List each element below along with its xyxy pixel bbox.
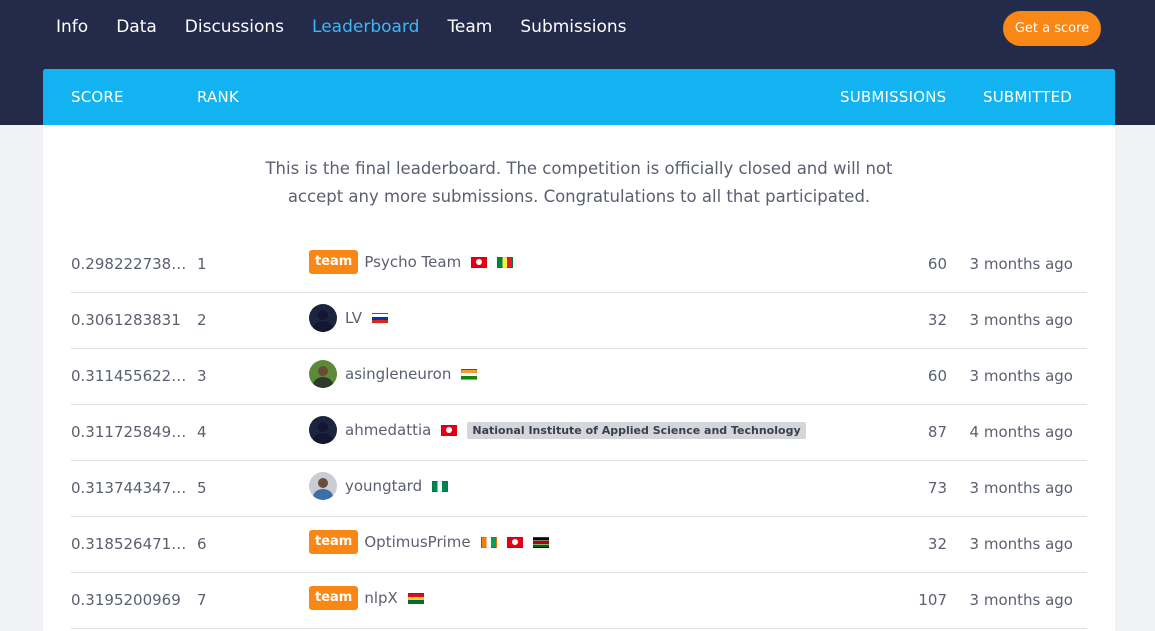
nav-team[interactable]: Team [447, 14, 492, 40]
leaderboard-header: SCORE RANK SUBMISSIONS SUBMITTED [43, 69, 1115, 125]
nigeria-flag-icon [432, 480, 449, 492]
row-submitted: 3 months ago [969, 255, 1073, 273]
row-score: 0.311725849… [71, 423, 187, 441]
row-submissions: 60 [927, 367, 947, 385]
row-score: 0.298222738… [71, 255, 187, 273]
nav-submissions[interactable]: Submissions [520, 14, 626, 40]
participant-name[interactable]: OptimusPrime [364, 533, 470, 551]
row-submitted: 4 months ago [969, 423, 1073, 441]
nav-info[interactable]: Info [56, 14, 88, 40]
participant-name[interactable]: asingleneuron [345, 365, 451, 383]
row-submitted: 3 months ago [969, 479, 1073, 497]
table-row: 0.298222738… 1 team Psycho Team 60 3 mon… [71, 237, 1087, 293]
india-flag-icon [461, 368, 478, 380]
table-row: 0.3061283831 2 LV 32 3 months ago [71, 293, 1087, 349]
row-rank: 5 [197, 479, 207, 497]
header-rank[interactable]: RANK [197, 88, 239, 106]
row-participant: team OptimusPrime [309, 529, 549, 555]
participant-name[interactable]: LV [345, 309, 362, 327]
nav-leaderboard[interactable]: Leaderboard [312, 14, 419, 40]
notice-line-2: accept any more submissions. Congratulat… [287, 187, 871, 206]
row-participant: youngtard [309, 472, 449, 500]
avatar[interactable] [309, 360, 337, 388]
row-rank: 7 [197, 591, 207, 609]
row-score: 0.318526471… [71, 535, 187, 553]
russia-flag-icon [371, 312, 388, 324]
row-score: 0.3195200969 [71, 591, 181, 609]
team-badge: team [309, 530, 359, 554]
row-submissions: 32 [927, 311, 947, 329]
team-badge: team [309, 250, 359, 274]
row-score: 0.313744347… [71, 479, 187, 497]
row-submitted: 3 months ago [969, 367, 1073, 385]
participant-name[interactable]: Psycho Team [364, 253, 461, 271]
participant-name[interactable]: ahmedattia [345, 421, 431, 439]
leaderboard-card: SCORE RANK SUBMISSIONS SUBMITTED This is… [43, 69, 1115, 631]
row-participant: LV [309, 304, 388, 332]
header-submissions[interactable]: SUBMISSIONS [840, 88, 946, 106]
institution-badge[interactable]: National Institute of Applied Science an… [467, 421, 806, 439]
table-row: 0.311455622… 3 asingleneuron 60 3 months… [71, 349, 1087, 405]
header-score[interactable]: SCORE [71, 88, 124, 106]
row-participant: team Psycho Team [309, 249, 514, 275]
row-submissions: 73 [927, 479, 947, 497]
row-participant: team nlpX [309, 585, 424, 611]
tunisia-flag-icon [471, 256, 488, 268]
leaderboard-rows: 0.298222738… 1 team Psycho Team 60 3 mon… [71, 237, 1087, 629]
nav-discussions[interactable]: Discussions [185, 14, 284, 40]
row-submitted: 3 months ago [969, 311, 1073, 329]
get-score-button[interactable]: Get a score [1003, 11, 1101, 46]
row-rank: 6 [197, 535, 207, 553]
row-participant: asingleneuron [309, 360, 478, 388]
row-participant: ahmedattia National Institute of Applied… [309, 416, 806, 444]
final-leaderboard-notice: This is the final leaderboard. The compe… [43, 155, 1115, 211]
table-row: 0.311725849… 4 ahmedattia National Insti… [71, 405, 1087, 461]
row-submissions: 32 [927, 535, 947, 553]
kenya-flag-icon [532, 536, 549, 548]
nav-data[interactable]: Data [116, 14, 157, 40]
row-score: 0.3061283831 [71, 311, 181, 329]
row-submitted: 3 months ago [969, 591, 1073, 609]
header-submitted[interactable]: SUBMITTED [983, 88, 1072, 106]
tunisia-flag-icon [441, 424, 458, 436]
team-badge: team [309, 586, 359, 610]
participant-name[interactable]: youngtard [345, 477, 422, 495]
row-submissions: 107 [918, 591, 947, 609]
avatar[interactable] [309, 472, 337, 500]
notice-line-1: This is the final leaderboard. The compe… [265, 159, 893, 178]
row-rank: 1 [197, 255, 207, 273]
avatar[interactable] [309, 304, 337, 332]
row-submissions: 87 [927, 423, 947, 441]
row-rank: 3 [197, 367, 207, 385]
ivory-coast-flag-icon [480, 536, 497, 548]
ghana-flag-icon [407, 592, 424, 604]
row-rank: 2 [197, 311, 207, 329]
senegal-flag-icon [497, 256, 514, 268]
participant-name[interactable]: nlpX [364, 589, 397, 607]
row-submitted: 3 months ago [969, 535, 1073, 553]
table-row: 0.3195200969 7 team nlpX 107 3 months ag… [71, 573, 1087, 629]
avatar[interactable] [309, 416, 337, 444]
table-row: 0.313744347… 5 youngtard 73 3 months ago [71, 461, 1087, 517]
table-row: 0.318526471… 6 team OptimusPrime 32 3 mo… [71, 517, 1087, 573]
row-score: 0.311455622… [71, 367, 187, 385]
row-rank: 4 [197, 423, 207, 441]
tunisia-flag-icon [506, 536, 523, 548]
main-nav: Info Data Discussions Leaderboard Team S… [56, 14, 626, 40]
row-submissions: 60 [927, 255, 947, 273]
